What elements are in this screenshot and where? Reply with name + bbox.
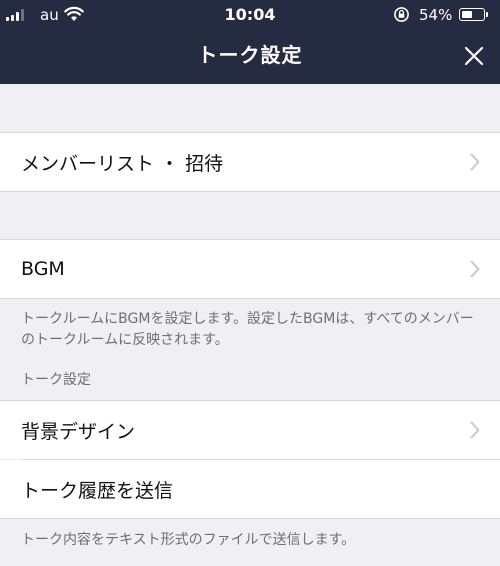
divider xyxy=(0,191,500,192)
battery-fill xyxy=(461,10,473,18)
divider xyxy=(0,518,500,519)
status-bar: au 10:04 54% xyxy=(0,0,500,28)
members-invite-label: メンバーリスト ・ 招待 xyxy=(21,152,224,175)
background-design-row[interactable]: 背景デザイン xyxy=(0,401,500,459)
divider xyxy=(21,459,500,460)
divider xyxy=(0,298,500,299)
chevron-right-icon xyxy=(470,260,480,278)
background-design-label: 背景デザイン xyxy=(21,420,136,443)
bgm-description: トークルームにBGMを設定します。設定したBGMは、すべてのメンバーのトークルー… xyxy=(21,311,474,348)
send-talk-history-row[interactable]: トーク履歴を送信 xyxy=(0,460,500,518)
send-history-description: トーク内容をテキスト形式のファイルで送信します。 xyxy=(21,532,356,548)
members-invite-row[interactable]: メンバーリスト ・ 招待 xyxy=(0,133,500,191)
rotation-lock-icon xyxy=(394,7,409,22)
page-title: トーク設定 xyxy=(197,43,303,67)
battery-percent: 54% xyxy=(419,6,453,24)
bgm-row[interactable]: BGM xyxy=(0,240,500,298)
chevron-right-icon xyxy=(470,153,480,171)
section-header-talk-settings: トーク設定 xyxy=(21,372,91,388)
close-icon[interactable] xyxy=(459,41,489,71)
chevron-right-icon xyxy=(470,421,480,439)
send-talk-history-label: トーク履歴を送信 xyxy=(21,479,174,502)
battery-icon xyxy=(459,8,485,21)
screen: au 10:04 54% トーク設定 メンバーリスト ・ 招待 BGM トークル… xyxy=(0,0,500,566)
header: au 10:04 54% トーク設定 xyxy=(0,0,500,84)
bgm-label: BGM xyxy=(21,258,65,280)
battery-tip xyxy=(486,12,488,17)
